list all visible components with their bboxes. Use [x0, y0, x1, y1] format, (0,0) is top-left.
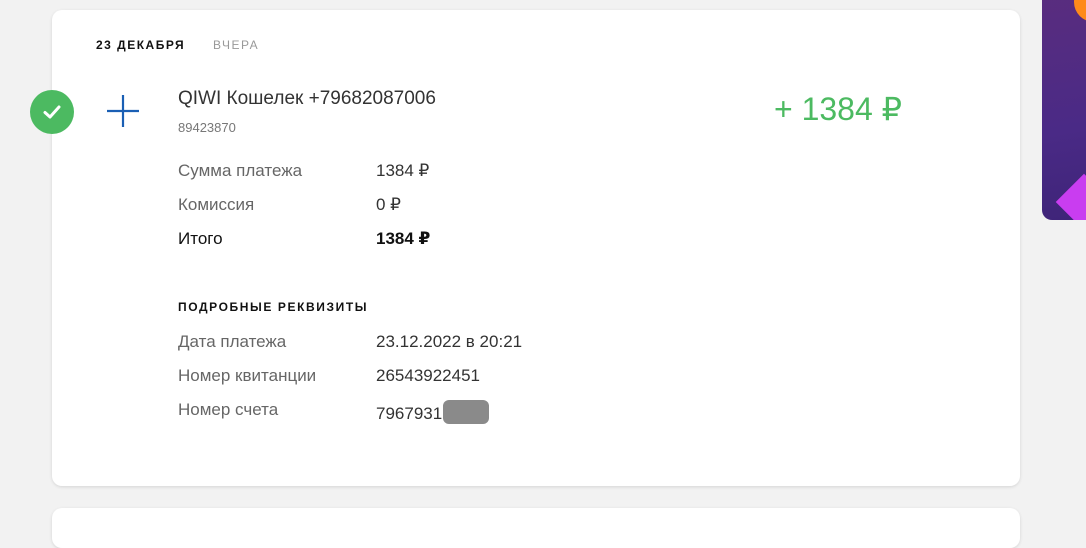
payment-date-value: 23.12.2022 в 20:21: [376, 332, 523, 351]
payment-sum-value: 1384 ₽: [376, 161, 430, 180]
check-icon: [43, 105, 61, 119]
success-status-badge: [30, 90, 74, 134]
account-number-value: 7967931: [376, 404, 443, 423]
total-value: 1384 ₽: [376, 229, 431, 248]
redaction-mask: [443, 400, 490, 424]
commission-value: 0 ₽: [376, 195, 401, 214]
promo-banner[interactable]: [1042, 0, 1086, 220]
payment-sum-label: Сумма платежа: [178, 161, 303, 180]
transaction-amount: + 1384 ₽: [773, 91, 902, 127]
receipt-number-label: Номер квитанции: [178, 366, 317, 385]
promo-decoration-circle: [1074, 0, 1086, 22]
transaction-card: 23 ДЕКАБРЯ ВЧЕРА QIWI Кошелек +796820870…: [52, 10, 1020, 486]
promo-decoration-shape: [1055, 173, 1086, 220]
total-label: Итого: [178, 229, 223, 248]
plus-icon: [107, 95, 139, 127]
commission-label: Комиссия: [178, 195, 255, 214]
transaction-title: QIWI Кошелек +79682087006: [178, 88, 436, 109]
relative-day-label: ВЧЕРА: [213, 38, 260, 52]
account-number-label: Номер счета: [178, 400, 279, 419]
transaction-subtitle: 89423870: [178, 120, 236, 135]
transaction-date: 23 ДЕКАБРЯ: [96, 38, 186, 52]
next-transaction-card: [52, 508, 1020, 548]
receipt-number-value: 26543922451: [376, 366, 481, 385]
account-number: 7967931: [376, 400, 490, 424]
payment-date-label: Дата платежа: [178, 332, 287, 351]
details-section-title: ПОДРОБНЫЕ РЕКВИЗИТЫ: [178, 300, 369, 314]
